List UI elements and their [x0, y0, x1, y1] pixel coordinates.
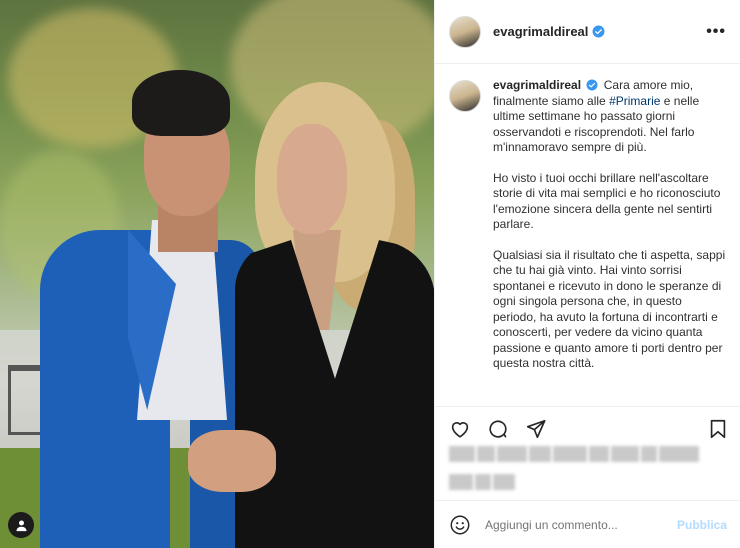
- tagged-users-button[interactable]: [8, 512, 34, 538]
- verified-badge-icon: [586, 79, 598, 91]
- more-options-button[interactable]: •••: [706, 23, 726, 41]
- instagram-post-window: evagrimaldireal ••• evagrimaldireal Cara…: [0, 0, 740, 548]
- avatar[interactable]: [449, 15, 481, 48]
- heart-icon[interactable]: [449, 418, 471, 440]
- likes-blurred: [449, 446, 699, 462]
- timestamp-blurred: [449, 474, 515, 490]
- post-photo[interactable]: [0, 0, 434, 548]
- post-header: evagrimaldireal •••: [435, 0, 740, 64]
- publish-button[interactable]: Pubblica: [677, 518, 727, 532]
- caption: evagrimaldireal Cara amore mio, finalmen…: [435, 78, 740, 404]
- bookmark-icon[interactable]: [707, 418, 729, 440]
- comment-bar: Pubblica: [435, 500, 740, 548]
- comment-icon[interactable]: [487, 418, 509, 440]
- caption-paragraph-3: Qualsiasi sia il risultato che ti aspett…: [493, 247, 726, 371]
- action-bar: [449, 416, 729, 442]
- divider: [435, 406, 740, 407]
- user-icon: [16, 520, 26, 531]
- verified-badge-icon: [592, 25, 605, 38]
- hashtag-link[interactable]: #Primarie: [609, 94, 660, 108]
- caption-paragraph-1: evagrimaldireal Cara amore mio, finalmen…: [493, 78, 700, 154]
- caption-avatar[interactable]: [449, 80, 481, 112]
- caption-username[interactable]: evagrimaldireal: [493, 78, 581, 92]
- header-username[interactable]: evagrimaldireal: [493, 24, 588, 39]
- comment-input[interactable]: [485, 517, 655, 532]
- caption-text: evagrimaldireal Cara amore mio, finalmen…: [493, 78, 727, 404]
- caption-paragraph-2: Ho visto i tuoi occhi brillare nell'asco…: [493, 170, 721, 232]
- photo-hands: [188, 430, 276, 492]
- send-icon[interactable]: [525, 418, 547, 440]
- post-side-panel: evagrimaldireal ••• evagrimaldireal Cara…: [434, 0, 740, 548]
- emoji-icon[interactable]: [449, 514, 471, 536]
